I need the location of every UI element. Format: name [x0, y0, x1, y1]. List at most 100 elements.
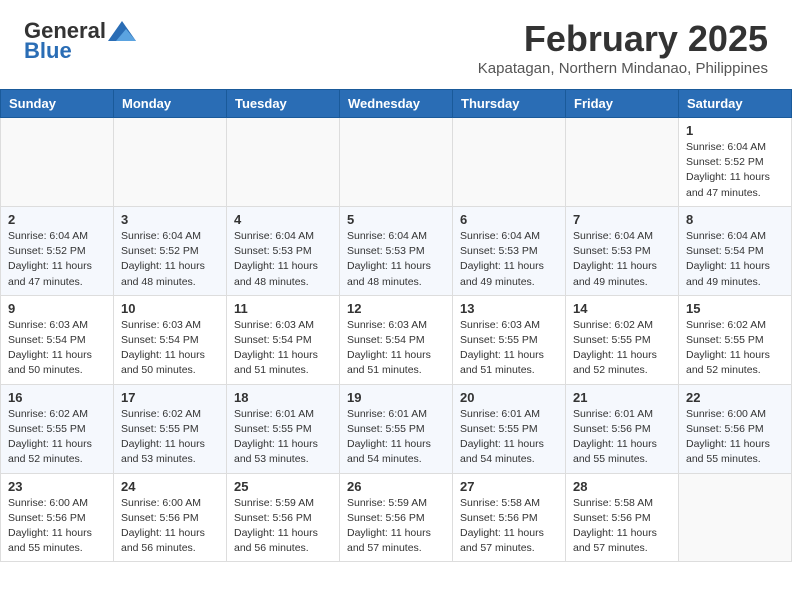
- calendar-cell: [340, 118, 453, 207]
- calendar-cell: 27 Sunrise: 5:58 AM Sunset: 5:56 PM Dayli…: [453, 473, 566, 562]
- day-info: Sunrise: 6:00 AM Sunset: 5:56 PM Dayligh…: [686, 407, 784, 468]
- day-number: 18: [234, 390, 332, 405]
- day-info: Sunrise: 6:03 AM Sunset: 5:54 PM Dayligh…: [234, 318, 332, 379]
- day-number: 26: [347, 479, 445, 494]
- calendar-cell: [1, 118, 114, 207]
- calendar-week-row: 23 Sunrise: 6:00 AM Sunset: 5:56 PM Dayli…: [1, 473, 792, 562]
- day-info: Sunrise: 6:00 AM Sunset: 5:56 PM Dayligh…: [121, 496, 219, 557]
- day-number: 12: [347, 301, 445, 316]
- calendar-cell: 17 Sunrise: 6:02 AM Sunset: 5:55 PM Dayli…: [114, 384, 227, 473]
- day-number: 10: [121, 301, 219, 316]
- day-info: Sunrise: 6:04 AM Sunset: 5:53 PM Dayligh…: [460, 229, 558, 290]
- calendar-cell: 19 Sunrise: 6:01 AM Sunset: 5:55 PM Dayli…: [340, 384, 453, 473]
- calendar-cell: 11 Sunrise: 6:03 AM Sunset: 5:54 PM Dayli…: [227, 295, 340, 384]
- calendar-table: SundayMondayTuesdayWednesdayThursdayFrid…: [0, 89, 792, 562]
- calendar-week-row: 9 Sunrise: 6:03 AM Sunset: 5:54 PM Daylig…: [1, 295, 792, 384]
- weekday-header-thursday: Thursday: [453, 90, 566, 118]
- weekday-header-friday: Friday: [566, 90, 679, 118]
- calendar-cell: 2 Sunrise: 6:04 AM Sunset: 5:52 PM Daylig…: [1, 206, 114, 295]
- day-number: 24: [121, 479, 219, 494]
- day-info: Sunrise: 6:04 AM Sunset: 5:52 PM Dayligh…: [686, 140, 784, 201]
- day-number: 17: [121, 390, 219, 405]
- day-info: Sunrise: 6:01 AM Sunset: 5:55 PM Dayligh…: [347, 407, 445, 468]
- day-info: Sunrise: 6:02 AM Sunset: 5:55 PM Dayligh…: [8, 407, 106, 468]
- weekday-header-row: SundayMondayTuesdayWednesdayThursdayFrid…: [1, 90, 792, 118]
- calendar-cell: [679, 473, 792, 562]
- calendar-cell: [453, 118, 566, 207]
- day-number: 5: [347, 212, 445, 227]
- day-number: 9: [8, 301, 106, 316]
- calendar-cell: [227, 118, 340, 207]
- day-info: Sunrise: 6:04 AM Sunset: 5:52 PM Dayligh…: [8, 229, 106, 290]
- calendar-cell: 9 Sunrise: 6:03 AM Sunset: 5:54 PM Daylig…: [1, 295, 114, 384]
- day-info: Sunrise: 6:01 AM Sunset: 5:55 PM Dayligh…: [234, 407, 332, 468]
- location: Kapatagan, Northern Mindanao, Philippine…: [478, 60, 768, 77]
- calendar-cell: 22Sunrise: 6:00 AM Sunset: 5:56 PM Dayli…: [679, 384, 792, 473]
- day-info: Sunrise: 6:02 AM Sunset: 5:55 PM Dayligh…: [686, 318, 784, 379]
- day-number: 3: [121, 212, 219, 227]
- day-number: 20: [460, 390, 558, 405]
- day-info: Sunrise: 6:04 AM Sunset: 5:53 PM Dayligh…: [573, 229, 671, 290]
- month-year: February 2025: [478, 18, 768, 60]
- day-number: 25: [234, 479, 332, 494]
- day-info: Sunrise: 5:58 AM Sunset: 5:56 PM Dayligh…: [460, 496, 558, 557]
- day-info: Sunrise: 6:03 AM Sunset: 5:54 PM Dayligh…: [8, 318, 106, 379]
- day-info: Sunrise: 6:02 AM Sunset: 5:55 PM Dayligh…: [121, 407, 219, 468]
- weekday-header-monday: Monday: [114, 90, 227, 118]
- day-number: 27: [460, 479, 558, 494]
- day-info: Sunrise: 6:02 AM Sunset: 5:55 PM Dayligh…: [573, 318, 671, 379]
- day-info: Sunrise: 6:00 AM Sunset: 5:56 PM Dayligh…: [8, 496, 106, 557]
- day-number: 28: [573, 479, 671, 494]
- calendar-cell: 15 Sunrise: 6:02 AM Sunset: 5:55 PM Dayli…: [679, 295, 792, 384]
- calendar-cell: 25Sunrise: 5:59 AM Sunset: 5:56 PM Dayli…: [227, 473, 340, 562]
- calendar-cell: [114, 118, 227, 207]
- calendar-cell: [566, 118, 679, 207]
- day-info: Sunrise: 6:03 AM Sunset: 5:54 PM Dayligh…: [121, 318, 219, 379]
- weekday-header-tuesday: Tuesday: [227, 90, 340, 118]
- calendar-cell: 1 Sunrise: 6:04 AM Sunset: 5:52 PM Daylig…: [679, 118, 792, 207]
- day-info: Sunrise: 6:04 AM Sunset: 5:54 PM Dayligh…: [686, 229, 784, 290]
- weekday-header-wednesday: Wednesday: [340, 90, 453, 118]
- day-number: 6: [460, 212, 558, 227]
- title-area: February 2025 Kapatagan, Northern Mindan…: [478, 18, 768, 77]
- calendar-cell: 5 Sunrise: 6:04 AM Sunset: 5:53 PM Daylig…: [340, 206, 453, 295]
- calendar-week-row: 1 Sunrise: 6:04 AM Sunset: 5:52 PM Daylig…: [1, 118, 792, 207]
- day-number: 4: [234, 212, 332, 227]
- day-number: 7: [573, 212, 671, 227]
- day-number: 21: [573, 390, 671, 405]
- day-number: 15: [686, 301, 784, 316]
- calendar-cell: 23 Sunrise: 6:00 AM Sunset: 5:56 PM Dayli…: [1, 473, 114, 562]
- calendar-cell: 21 Sunrise: 6:01 AM Sunset: 5:56 PM Dayli…: [566, 384, 679, 473]
- page-header: General Blue February 2025 Kapatagan, No…: [0, 0, 792, 85]
- day-number: 14: [573, 301, 671, 316]
- day-info: Sunrise: 5:58 AM Sunset: 5:56 PM Dayligh…: [573, 496, 671, 557]
- day-number: 16: [8, 390, 106, 405]
- logo-icon: [108, 21, 136, 41]
- day-number: 11: [234, 301, 332, 316]
- day-number: 2: [8, 212, 106, 227]
- weekday-header-sunday: Sunday: [1, 90, 114, 118]
- day-number: 23: [8, 479, 106, 494]
- calendar-cell: 8 Sunrise: 6:04 AM Sunset: 5:54 PM Daylig…: [679, 206, 792, 295]
- day-info: Sunrise: 6:04 AM Sunset: 5:53 PM Dayligh…: [347, 229, 445, 290]
- calendar-cell: 10 Sunrise: 6:03 AM Sunset: 5:54 PM Dayli…: [114, 295, 227, 384]
- day-info: Sunrise: 6:04 AM Sunset: 5:52 PM Dayligh…: [121, 229, 219, 290]
- logo: General Blue: [24, 18, 136, 64]
- day-info: Sunrise: 5:59 AM Sunset: 5:56 PM Dayligh…: [347, 496, 445, 557]
- calendar-cell: 16 Sunrise: 6:02 AM Sunset: 5:55 PM Dayli…: [1, 384, 114, 473]
- calendar-cell: 6 Sunrise: 6:04 AM Sunset: 5:53 PM Daylig…: [453, 206, 566, 295]
- calendar-week-row: 2 Sunrise: 6:04 AM Sunset: 5:52 PM Daylig…: [1, 206, 792, 295]
- day-info: Sunrise: 6:01 AM Sunset: 5:56 PM Dayligh…: [573, 407, 671, 468]
- calendar-cell: 12 Sunrise: 6:03 AM Sunset: 5:54 PM Dayli…: [340, 295, 453, 384]
- calendar-week-row: 16 Sunrise: 6:02 AM Sunset: 5:55 PM Dayli…: [1, 384, 792, 473]
- calendar-cell: 26 Sunrise: 5:59 AM Sunset: 5:56 PM Dayli…: [340, 473, 453, 562]
- calendar-cell: 3 Sunrise: 6:04 AM Sunset: 5:52 PM Daylig…: [114, 206, 227, 295]
- day-info: Sunrise: 6:03 AM Sunset: 5:55 PM Dayligh…: [460, 318, 558, 379]
- day-number: 8: [686, 212, 784, 227]
- day-number: 19: [347, 390, 445, 405]
- calendar-cell: 24 Sunrise: 6:00 AM Sunset: 5:56 PM Dayli…: [114, 473, 227, 562]
- day-info: Sunrise: 6:04 AM Sunset: 5:53 PM Dayligh…: [234, 229, 332, 290]
- day-number: 1: [686, 123, 784, 138]
- day-info: Sunrise: 6:03 AM Sunset: 5:54 PM Dayligh…: [347, 318, 445, 379]
- logo-blue-text: Blue: [24, 38, 72, 64]
